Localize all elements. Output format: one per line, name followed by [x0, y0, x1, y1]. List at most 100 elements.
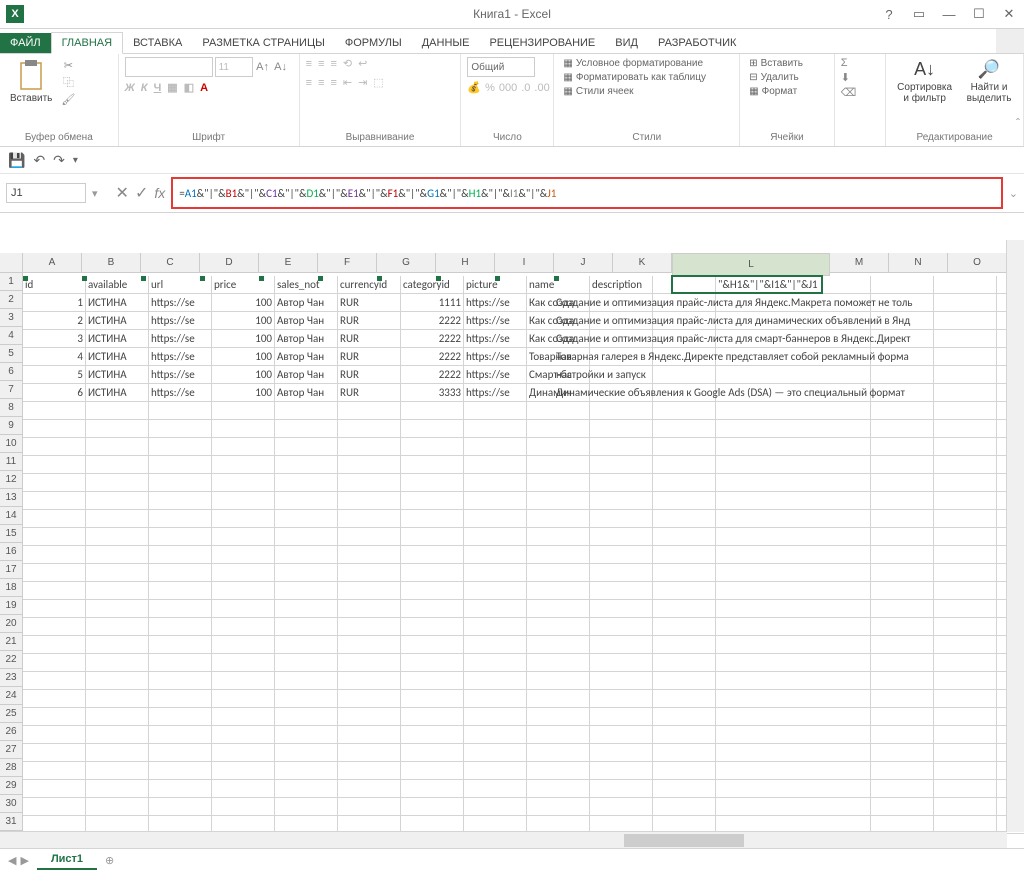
row-header[interactable]: 24 — [0, 687, 23, 705]
grow-font-icon[interactable]: A↑ — [255, 59, 271, 75]
cell[interactable] — [716, 582, 871, 600]
conditional-formatting[interactable]: ▦Условное форматирование — [560, 57, 706, 70]
cell[interactable] — [527, 744, 590, 762]
cell[interactable] — [212, 546, 275, 564]
cell[interactable] — [212, 726, 275, 744]
cell[interactable] — [212, 672, 275, 690]
cell[interactable] — [338, 672, 401, 690]
cell[interactable] — [934, 762, 997, 780]
cell[interactable] — [149, 636, 212, 654]
cell[interactable] — [23, 618, 86, 636]
cell[interactable] — [871, 420, 934, 438]
add-sheet-icon[interactable]: ⊕ — [97, 851, 122, 870]
bold-icon[interactable]: Ж — [125, 82, 135, 94]
cell[interactable] — [212, 618, 275, 636]
cell[interactable] — [86, 582, 149, 600]
sheet-nav-next-icon[interactable]: ▶ — [20, 854, 28, 867]
cell[interactable] — [527, 510, 590, 528]
underline-icon[interactable]: Ч — [154, 82, 162, 94]
spreadsheet-grid[interactable]: 1234567891011121314151617181920212223242… — [0, 253, 1024, 852]
cell[interactable] — [527, 618, 590, 636]
cell[interactable] — [275, 744, 338, 762]
cell[interactable] — [23, 546, 86, 564]
cell[interactable] — [590, 564, 653, 582]
number-format[interactable]: Общий — [467, 57, 535, 77]
cell[interactable] — [934, 528, 997, 546]
cell[interactable] — [871, 402, 934, 420]
cell[interactable] — [275, 492, 338, 510]
cell[interactable] — [871, 492, 934, 510]
fill-color-icon[interactable]: ◧ — [184, 81, 194, 94]
column-header[interactable]: M — [830, 253, 889, 273]
cell[interactable] — [527, 474, 590, 492]
cell[interactable] — [590, 690, 653, 708]
cell[interactable] — [871, 366, 934, 384]
cell[interactable] — [716, 618, 871, 636]
cell[interactable] — [401, 762, 464, 780]
cell[interactable] — [23, 654, 86, 672]
cell[interactable] — [934, 600, 997, 618]
cell[interactable] — [464, 528, 527, 546]
cell[interactable] — [338, 762, 401, 780]
cell[interactable] — [401, 726, 464, 744]
cell[interactable]: sales_not — [275, 276, 338, 294]
formula-input[interactable]: =A1&"|"&B1&"|"&C1&"|"&D1&"|"&E1&"|"&F1&"… — [171, 177, 1003, 209]
cell[interactable] — [338, 618, 401, 636]
cell[interactable]: https://se — [149, 384, 212, 402]
cell[interactable] — [653, 798, 716, 816]
cell[interactable] — [338, 744, 401, 762]
shrink-font-icon[interactable]: A↓ — [273, 59, 289, 75]
row-header[interactable]: 18 — [0, 579, 23, 597]
cell[interactable] — [527, 546, 590, 564]
row-header[interactable]: 26 — [0, 723, 23, 741]
help-icon[interactable]: ? — [874, 0, 904, 28]
cell[interactable]: https://se — [464, 294, 527, 312]
column-header[interactable]: G — [377, 253, 436, 273]
cell[interactable]: available — [86, 276, 149, 294]
cell[interactable] — [464, 672, 527, 690]
cell[interactable] — [212, 402, 275, 420]
cell[interactable] — [527, 564, 590, 582]
cell[interactable] — [934, 546, 997, 564]
cell[interactable]: 100 — [212, 366, 275, 384]
insert-cells[interactable]: ⊞Вставить — [746, 57, 806, 70]
cell[interactable] — [149, 762, 212, 780]
cell[interactable] — [716, 420, 871, 438]
cell[interactable] — [653, 726, 716, 744]
cell[interactable] — [401, 582, 464, 600]
column-header[interactable]: J — [554, 253, 613, 273]
cell[interactable] — [464, 618, 527, 636]
cell[interactable] — [527, 492, 590, 510]
cell[interactable] — [464, 420, 527, 438]
cell[interactable] — [401, 690, 464, 708]
cell[interactable] — [23, 510, 86, 528]
cell[interactable] — [934, 636, 997, 654]
cell[interactable] — [23, 582, 86, 600]
cell[interactable] — [23, 420, 86, 438]
cell[interactable] — [23, 600, 86, 618]
cell[interactable] — [275, 510, 338, 528]
cell[interactable]: id — [23, 276, 86, 294]
cell[interactable]: Автор Чан — [275, 294, 338, 312]
cell[interactable] — [212, 690, 275, 708]
cell[interactable]: 1111 — [401, 294, 464, 312]
cell[interactable] — [590, 762, 653, 780]
cell[interactable] — [86, 654, 149, 672]
save-icon[interactable]: 💾 — [8, 152, 25, 169]
cell[interactable] — [716, 510, 871, 528]
cell[interactable] — [338, 798, 401, 816]
cell[interactable] — [934, 330, 997, 348]
row-header[interactable]: 2 — [0, 291, 23, 309]
cell[interactable] — [590, 744, 653, 762]
cell[interactable] — [590, 726, 653, 744]
cell[interactable] — [338, 636, 401, 654]
cell[interactable] — [401, 672, 464, 690]
column-header[interactable]: E — [259, 253, 318, 273]
cell[interactable] — [212, 762, 275, 780]
cell[interactable] — [212, 744, 275, 762]
cell[interactable]: 100 — [212, 294, 275, 312]
row-header[interactable]: 20 — [0, 615, 23, 633]
cell[interactable]: https://se — [464, 384, 527, 402]
cell[interactable] — [212, 438, 275, 456]
cell[interactable] — [401, 456, 464, 474]
